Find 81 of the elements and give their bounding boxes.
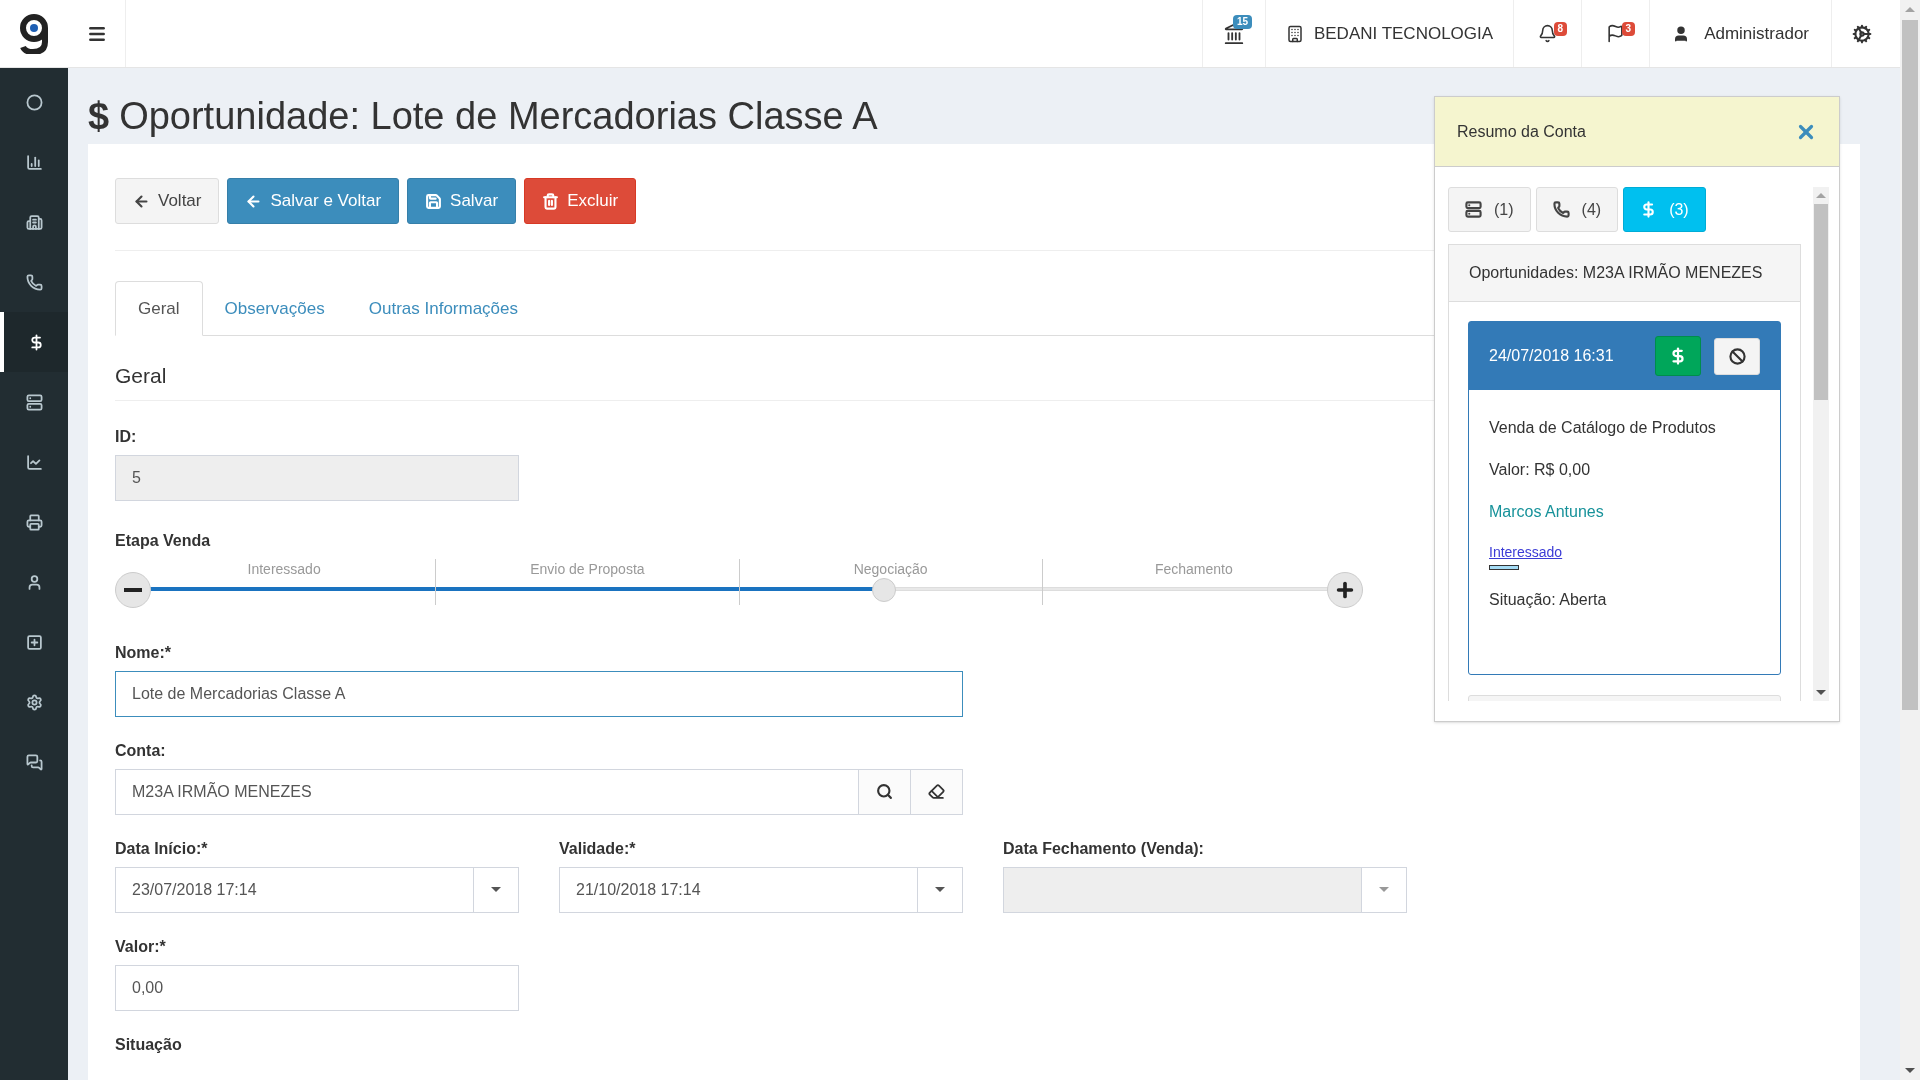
tab[interactable]: Outras Informações — [346, 281, 541, 336]
bell-icon[interactable] — [1538, 24, 1558, 43]
sidebar-item[interactable] — [0, 312, 68, 372]
opportunity-value: Valor: R$ 0,00 — [1489, 460, 1591, 480]
save-button[interactable]: Salvar e Voltar — [227, 178, 400, 224]
panel-title: Resumo da Conta — [1457, 121, 1586, 142]
date-field[interactable]: 21/10/2018 17:14 — [559, 866, 918, 913]
printer-icon — [25, 513, 43, 531]
settings-icon — [25, 693, 43, 711]
id-field[interactable]: 5 — [115, 454, 519, 501]
opportunity-status: Situação: Aberta — [1489, 590, 1607, 610]
win-button[interactable] — [1655, 336, 1701, 376]
field-label: Nome:* — [115, 642, 171, 663]
dollar-icon — [1669, 347, 1687, 365]
scroll-down-icon — [1905, 1068, 1915, 1073]
name-field[interactable]: Lote de Mercadorias Classe A — [115, 670, 963, 717]
tab[interactable]: Geral — [115, 281, 203, 336]
minus-button[interactable] — [115, 571, 151, 608]
plus-button[interactable] — [1327, 571, 1363, 608]
field-label: Etapa Venda — [115, 530, 211, 551]
value-field[interactable]: 0,00 — [115, 964, 519, 1011]
caret-icon — [1379, 887, 1389, 892]
field-label: Conta: — [115, 740, 166, 761]
save-button[interactable]: Salvar — [407, 178, 517, 224]
company-name[interactable]: BEDANI TECNOLOGIA — [1313, 20, 1494, 47]
field-label: Data Início:* — [115, 838, 208, 859]
user-name[interactable]: Administrador — [1704, 20, 1809, 47]
line-chart-icon — [25, 453, 43, 471]
stage-link[interactable]: Interessado — [1489, 542, 1563, 563]
scroll-down-icon — [1816, 690, 1826, 695]
settings-icon[interactable] — [1852, 23, 1872, 44]
stage-label: Envio de Proposta — [530, 559, 645, 579]
circle-icon — [25, 93, 43, 111]
building-icon — [25, 213, 43, 231]
back-button[interactable]: Voltar — [115, 178, 220, 224]
date-field[interactable]: 23/07/2018 17:14 — [115, 866, 474, 913]
opportunity-name: Venda de Catálogo de Produtos — [1489, 418, 1716, 438]
search-icon — [876, 783, 893, 800]
field-label: Valor:* — [115, 936, 166, 957]
field-label: Validade:* — [559, 838, 636, 859]
field-label: Situação — [115, 1034, 182, 1055]
phone-icon — [25, 273, 43, 291]
search-button[interactable] — [859, 768, 911, 815]
scroll-up-icon — [1816, 193, 1826, 198]
slider-thumb[interactable] — [872, 577, 897, 602]
count-badge: 15 — [1232, 14, 1253, 29]
page-title: Oportunidade: Lote de Mercadorias Classe A — [119, 93, 878, 139]
building-icon — [1285, 24, 1304, 43]
scroll-up-icon — [1905, 7, 1915, 12]
count-badge: 8 — [1553, 22, 1568, 36]
field-label: Data Fechamento (Venda): — [1003, 838, 1204, 859]
flag-icon[interactable] — [1606, 24, 1626, 43]
chat-icon — [25, 753, 43, 771]
contact-link[interactable]: Marcos Antunes — [1489, 500, 1604, 524]
caret-icon — [491, 887, 501, 892]
cancel-button[interactable] — [1714, 337, 1760, 375]
dollar-icon: $ — [88, 87, 110, 145]
clear-button[interactable] — [911, 768, 963, 815]
logo-icon[interactable] — [19, 13, 49, 54]
list-icon — [25, 393, 43, 411]
scrollbar[interactable] — [1900, 0, 1920, 1080]
minus-icon — [124, 587, 142, 592]
list-icon — [1465, 201, 1482, 218]
stage-label: Fechamento — [1154, 559, 1233, 579]
ban-icon — [1728, 347, 1746, 365]
tab[interactable]: Observações — [202, 281, 347, 336]
plus-square-icon — [25, 633, 43, 651]
bar-chart-icon — [25, 153, 43, 171]
delete-button[interactable]: Excluir — [524, 178, 637, 224]
account-field[interactable]: M23A IRMÃO MENEZES — [115, 768, 859, 815]
eraser-icon — [928, 783, 945, 800]
panel-heading: Oportunidades: M23A IRMÃO MENEZES — [1449, 245, 1800, 302]
scrollbar[interactable] — [1813, 187, 1829, 701]
field-label: ID: — [115, 426, 137, 447]
panel-tab[interactable]: (4) — [1535, 187, 1619, 232]
stage-label: Interessado — [247, 559, 321, 579]
panel-tab[interactable]: (1) — [1448, 187, 1531, 232]
phone-icon — [1552, 201, 1570, 218]
trash-icon — [542, 192, 560, 210]
stage-label: Negociação — [853, 559, 928, 579]
caret-icon — [935, 887, 945, 892]
